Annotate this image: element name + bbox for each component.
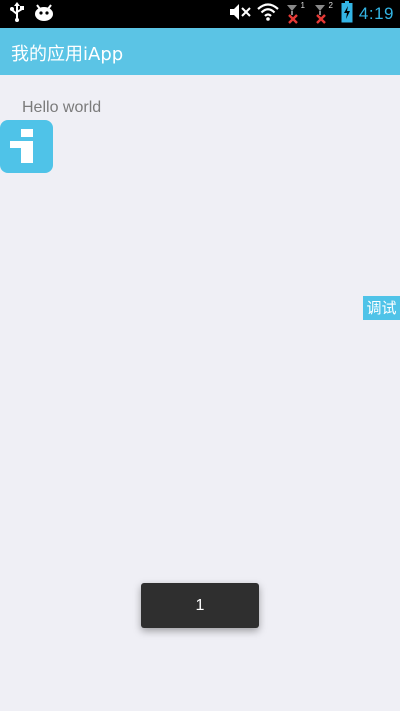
debug-button[interactable]: 调试 (363, 296, 400, 320)
sim2-label: 2 (328, 1, 333, 10)
usb-icon (10, 2, 24, 26)
app-title: 我的应用iApp (11, 44, 124, 65)
clock: 4:19 (358, 4, 394, 23)
wifi-icon (257, 3, 279, 25)
sim1-label: 1 (300, 1, 305, 10)
battery-charging-icon (341, 1, 353, 27)
android-debug-icon (34, 3, 54, 25)
sim2-signal-icon: 2 (313, 1, 335, 25)
main-content: Hello world 调试 1 (0, 75, 400, 711)
sim1-signal-icon: 1 (285, 1, 307, 25)
mute-icon (229, 3, 251, 25)
status-bar: 1 2 4:19 (0, 0, 400, 28)
info-icon (10, 129, 33, 163)
hello-text: Hello world (22, 99, 102, 116)
action-bar: 我的应用iApp (0, 28, 400, 75)
toast-message: 1 (141, 583, 259, 628)
status-right-icons: 1 2 4:19 (229, 1, 394, 27)
floating-info-button[interactable] (0, 120, 53, 173)
status-left-icons (10, 2, 54, 26)
